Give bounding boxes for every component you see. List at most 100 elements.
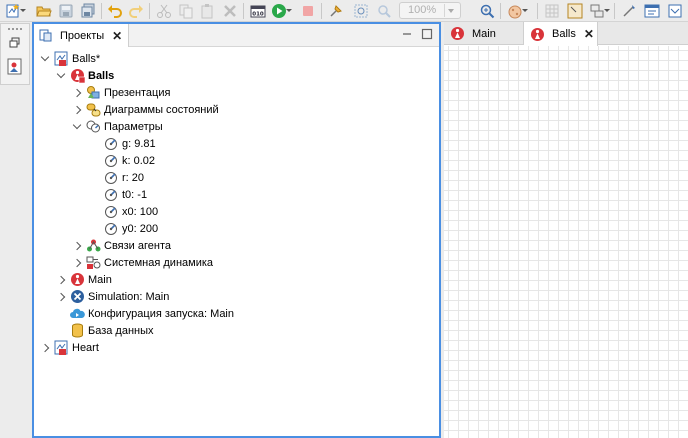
- parameter-icon: [104, 187, 119, 202]
- tree-item-label: Balls: [88, 69, 115, 82]
- tree-item-main[interactable]: Main: [56, 271, 112, 288]
- agent-links-icon: [86, 238, 101, 253]
- snap-to-grid-icon[interactable]: [566, 2, 584, 20]
- projects-icon: [38, 28, 53, 43]
- expand-toggle-icon[interactable]: [72, 258, 82, 268]
- drag-handle[interactable]: [8, 28, 22, 30]
- close-icon[interactable]: ✕: [112, 29, 122, 43]
- cut-icon[interactable]: [155, 2, 173, 20]
- expand-toggle-icon[interactable]: [72, 88, 82, 98]
- save-button[interactable]: [57, 2, 75, 20]
- toolbar-separator: [101, 3, 102, 19]
- parameter-icon: [104, 204, 119, 219]
- tree-item-param-g[interactable]: g: 9.81: [104, 135, 156, 152]
- tree-item-param-r[interactable]: r: 20: [104, 169, 144, 186]
- tree-item-heart-project[interactable]: Heart: [40, 339, 99, 356]
- debug-pin-icon[interactable]: [327, 2, 345, 20]
- delete-icon[interactable]: [221, 2, 239, 20]
- tree-item-balls-agent[interactable]: Balls: [56, 67, 114, 84]
- tree-item-agent-links[interactable]: Связи агента: [72, 237, 171, 254]
- tree-item-label: x0: 100: [122, 205, 159, 218]
- expand-toggle-icon[interactable]: [56, 292, 66, 302]
- tree-item-simulation[interactable]: Simulation: Main: [56, 288, 169, 305]
- save-all-button[interactable]: [79, 2, 97, 20]
- toolbar-separator: [500, 3, 501, 19]
- new-model-button[interactable]: [4, 2, 26, 20]
- run-button[interactable]: [270, 2, 292, 20]
- tree-item-label: Heart: [72, 341, 99, 354]
- anylogic-window: 010 100% Проекты ✕ Balls* Balls Презента…: [0, 0, 688, 438]
- tree-item-parameters[interactable]: Параметры: [72, 118, 163, 135]
- tree-item-run-config[interactable]: Конфигурация запуска: Main: [70, 305, 234, 322]
- tree-item-label: Системная динамика: [104, 256, 214, 269]
- palette-view-icon[interactable]: [6, 58, 24, 76]
- tree-item-label: Параметры: [104, 120, 163, 133]
- tree-item-statecharts[interactable]: Диаграммы состояний: [72, 101, 219, 118]
- stop-icon[interactable]: [299, 2, 317, 20]
- expand-toggle-icon[interactable]: [56, 275, 66, 285]
- tree-item-label: t0: -1: [122, 188, 148, 201]
- build-model-icon[interactable]: 010: [249, 2, 267, 20]
- collapse-toggle-icon[interactable]: [40, 54, 50, 64]
- parameter-icon: [104, 153, 119, 168]
- zoom-in-icon[interactable]: [478, 2, 496, 20]
- tree-item-label: r: 20: [122, 171, 145, 184]
- editor-tab-bar: Main Balls ✕: [444, 22, 688, 46]
- parameters-folder-icon: [86, 119, 101, 134]
- maximize-icon[interactable]: [420, 27, 434, 41]
- tab-balls[interactable]: Balls ✕: [524, 22, 598, 46]
- expand-toggle-icon[interactable]: [40, 343, 50, 353]
- paste-icon[interactable]: [199, 2, 217, 20]
- redo-button[interactable]: [127, 2, 145, 20]
- tree-item-label: Диаграммы состояний: [104, 103, 219, 116]
- parameter-icon: [104, 221, 119, 236]
- grid-toggle-icon[interactable]: [543, 2, 561, 20]
- tab-main-label: Main: [472, 27, 496, 40]
- properties-icon[interactable]: [666, 2, 684, 20]
- toolbar-separator: [149, 3, 150, 19]
- zoom-to-fit-icon[interactable]: [352, 2, 370, 20]
- window-layout-icon[interactable]: [643, 2, 661, 20]
- tab-balls-label: Balls: [552, 28, 576, 40]
- tab-projects-label: Проекты: [60, 29, 105, 42]
- tree-item-label: Balls*: [72, 52, 101, 65]
- restore-icon[interactable]: [8, 36, 22, 50]
- chevron-down-icon[interactable]: [444, 4, 457, 17]
- tree-item-label: Main: [88, 273, 112, 286]
- tree-item-param-x0[interactable]: x0: 100: [104, 203, 158, 220]
- tree-item-balls-project[interactable]: Balls*: [40, 50, 100, 67]
- expand-toggle-icon[interactable]: [72, 105, 82, 115]
- tab-projects[interactable]: Проекты ✕: [34, 24, 130, 47]
- zoom-icon[interactable]: [375, 2, 393, 20]
- minimized-views-trim: [0, 23, 30, 85]
- expand-toggle-icon[interactable]: [72, 241, 82, 251]
- tree-item-param-y0[interactable]: y0: 200: [104, 220, 158, 237]
- presentation-mode-icon[interactable]: [506, 2, 528, 20]
- tree-item-system-dynamics[interactable]: Системная динамика: [72, 254, 213, 271]
- parameter-icon: [104, 170, 119, 185]
- toolbar-separator: [321, 3, 322, 19]
- projects-view-header: Проекты ✕: [34, 24, 439, 47]
- tab-main[interactable]: Main: [444, 22, 524, 45]
- toolbar-separator: [537, 3, 538, 19]
- collapse-toggle-icon[interactable]: [72, 122, 82, 132]
- agent-editor-icon: [450, 26, 465, 41]
- minimize-icon[interactable]: [400, 27, 414, 41]
- copy-icon[interactable]: [177, 2, 195, 20]
- tree-item-database[interactable]: База данных: [70, 322, 154, 339]
- tree-item-label: y0: 200: [122, 222, 159, 235]
- undo-button[interactable]: [106, 2, 124, 20]
- projects-view: Проекты ✕ Balls* Balls Презентация Диагр…: [32, 22, 441, 438]
- tree-item-param-k[interactable]: k: 0.02: [104, 152, 155, 169]
- editor-canvas-grid[interactable]: [444, 46, 688, 438]
- close-icon[interactable]: ✕: [584, 27, 594, 41]
- open-folder-button[interactable]: [35, 2, 53, 20]
- tree-item-presentation[interactable]: Презентация: [72, 84, 170, 101]
- zoom-level-field[interactable]: 100%: [399, 2, 461, 19]
- tree-item-label: Simulation: Main: [88, 290, 170, 303]
- connector-pen-icon[interactable]: [620, 2, 638, 20]
- align-icon[interactable]: [588, 2, 610, 20]
- collapse-toggle-icon[interactable]: [56, 71, 66, 81]
- presentation-icon: [86, 85, 101, 100]
- tree-item-param-t0[interactable]: t0: -1: [104, 186, 147, 203]
